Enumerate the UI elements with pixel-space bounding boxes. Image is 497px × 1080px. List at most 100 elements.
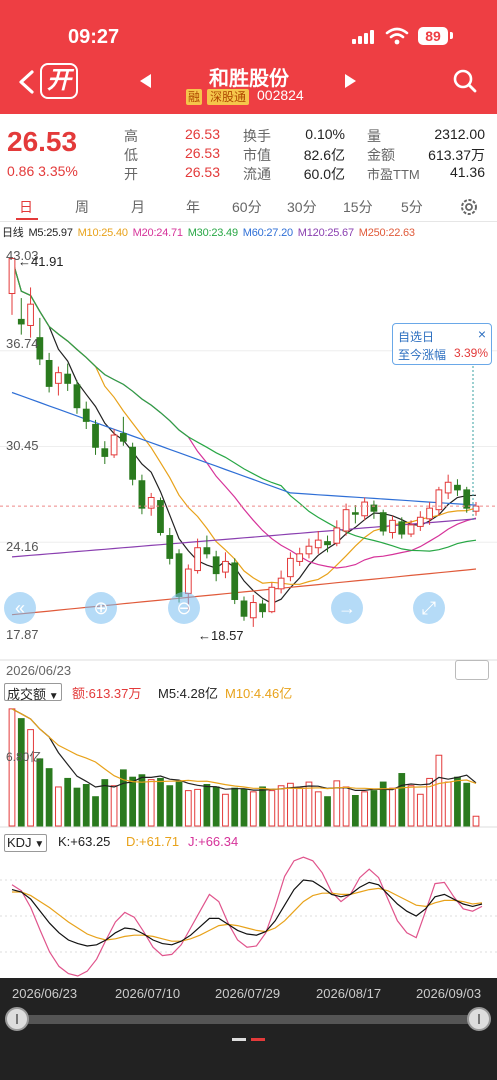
ma-line-m60 — [11, 391, 477, 506]
high-value: 26.53 — [184, 126, 220, 142]
active-tab-underline — [16, 218, 38, 220]
search-icon[interactable] — [452, 68, 478, 94]
candle-body — [268, 586, 276, 613]
candle-body — [296, 553, 304, 562]
y-label-bottom: 17.87 — [6, 627, 39, 642]
back-arrow-icon[interactable] — [12, 66, 42, 98]
timeline-date-1: 2026/06/23 — [12, 986, 78, 1001]
candle-body — [157, 500, 164, 534]
candle-body — [240, 600, 248, 617]
volume-bar — [36, 758, 44, 827]
timeline-bar: 2026/06/23 2026/07/10 2026/07/29 2026/08… — [0, 978, 497, 1080]
candle-body — [379, 512, 387, 532]
volume-bar — [370, 790, 378, 827]
candle — [231, 558, 239, 605]
next-stock-icon[interactable] — [345, 74, 356, 88]
prev-stock-icon[interactable] — [140, 74, 151, 88]
fullscreen-icon[interactable]: ⤢ — [413, 592, 445, 624]
ma60-value: M60:27.20 — [242, 227, 293, 239]
candle — [110, 428, 118, 458]
zoom-out-icon[interactable]: ⊖ — [168, 592, 200, 624]
kdj-k: K:+63.25 — [58, 834, 111, 849]
volume-bar — [110, 785, 118, 827]
candle — [249, 594, 257, 627]
volume-bar — [203, 784, 211, 827]
candle-body — [305, 545, 313, 555]
kdj-chart[interactable] — [0, 852, 497, 980]
scroll-left-icon[interactable]: « — [4, 592, 36, 624]
volume-bar — [240, 788, 248, 827]
candle-body — [45, 359, 53, 387]
indicator-selector[interactable]: KDJ ▼ — [4, 834, 48, 852]
ma30-value: M30:23.49 — [187, 227, 238, 239]
open-account-badge[interactable]: 开 — [40, 63, 78, 99]
timeline-slider[interactable] — [14, 1015, 480, 1024]
volume-bar — [64, 777, 72, 827]
volume-bar — [147, 779, 155, 827]
candle — [45, 352, 53, 393]
timeline-date-3: 2026/07/29 — [215, 986, 281, 1001]
tab-60min[interactable]: 60分 — [232, 197, 262, 217]
pe-label: 市盈TTM — [367, 167, 420, 182]
ma120-value: M120:25.67 — [297, 227, 354, 239]
candle — [333, 520, 341, 547]
kdj-j: J:+66.34 — [188, 834, 239, 849]
candle — [147, 492, 155, 516]
candle — [194, 538, 201, 574]
float-label: 流通 — [243, 166, 271, 182]
open-value: 26.53 — [184, 164, 220, 180]
candle-body — [407, 524, 415, 535]
header-bar: 09:27 89 开 和胜股份 融 深股通 002824 — [0, 0, 497, 114]
candle — [361, 497, 369, 521]
candle — [379, 509, 387, 536]
candle — [82, 401, 90, 429]
ma-line-m30 — [11, 258, 477, 552]
tab-15min[interactable]: 15分 — [343, 197, 373, 217]
candle — [55, 366, 62, 396]
candle-body — [361, 501, 369, 517]
candle-body — [314, 539, 322, 549]
volume-bar — [435, 754, 443, 827]
chart-start-date: 2026/06/23 — [6, 663, 72, 678]
volume-bar — [222, 793, 229, 827]
candle — [8, 256, 16, 315]
candle — [222, 552, 229, 579]
volume-bar — [175, 781, 183, 827]
volume-bar — [277, 785, 285, 827]
date-range-button[interactable] — [455, 660, 489, 680]
tab-day[interactable]: 日 — [19, 197, 33, 217]
tab-week[interactable]: 周 — [75, 197, 89, 217]
candle — [444, 474, 452, 500]
watchlist-gain-tooltip[interactable]: 自选日 × 至今涨幅 3.39% — [392, 323, 492, 365]
candle-body — [249, 602, 257, 619]
candle — [138, 474, 146, 515]
tab-30min[interactable]: 30分 — [287, 197, 317, 217]
candle — [351, 505, 359, 524]
candle — [268, 582, 276, 614]
candle-body — [92, 423, 99, 448]
scroll-right-icon[interactable]: → — [331, 592, 363, 624]
candle — [101, 441, 109, 465]
gear-icon[interactable] — [458, 196, 480, 218]
candle-body — [110, 434, 118, 456]
tooltip-value: 3.39% — [454, 346, 489, 360]
volume-bar — [17, 718, 25, 827]
zoom-in-icon[interactable]: ⊕ — [85, 592, 117, 624]
candle — [73, 380, 81, 414]
tab-month[interactable]: 月 — [131, 197, 145, 217]
timeline-date-4: 2026/08/17 — [316, 986, 382, 1001]
volume-bar — [351, 795, 359, 827]
close-icon[interactable]: × — [478, 326, 486, 342]
candle — [157, 497, 164, 536]
volume-selector[interactable]: 成交额 ▼ — [4, 683, 62, 702]
ma20-value: M20:24.71 — [132, 227, 183, 239]
slider-right-handle[interactable] — [467, 1007, 491, 1031]
tab-year[interactable]: 年 — [186, 197, 200, 217]
volume-bar — [342, 786, 350, 827]
volume-chart[interactable] — [0, 700, 497, 828]
volume-bar — [463, 782, 471, 827]
status-time: 09:27 — [68, 26, 120, 48]
slider-left-handle[interactable] — [5, 1007, 29, 1031]
volume-bar — [472, 815, 480, 827]
tab-5min[interactable]: 5分 — [401, 197, 423, 217]
